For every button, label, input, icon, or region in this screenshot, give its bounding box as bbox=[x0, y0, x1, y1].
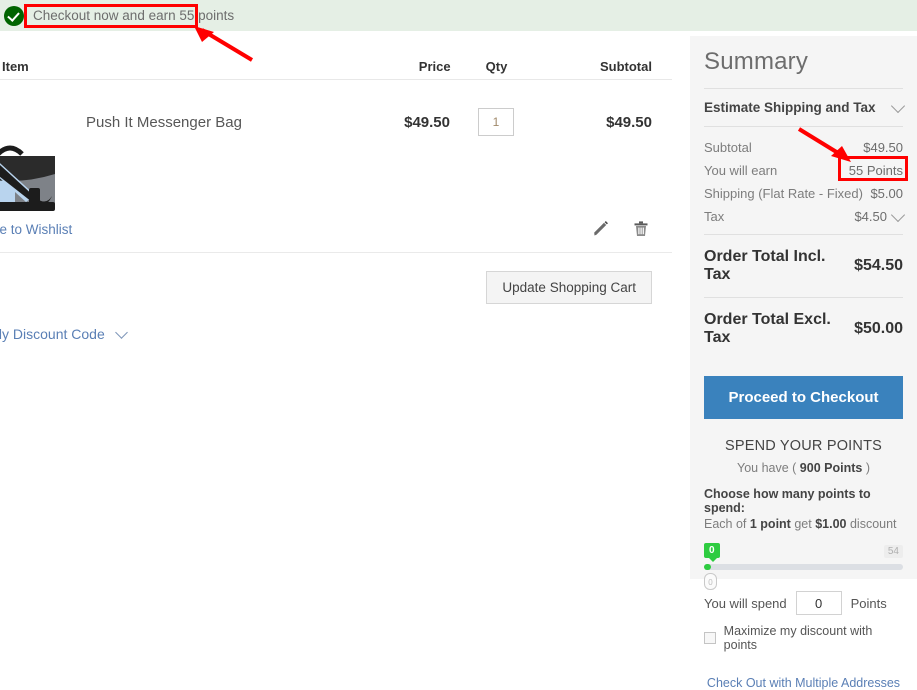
summary-row-tax[interactable]: Tax $4.50 bbox=[704, 205, 906, 228]
chevron-down-icon bbox=[114, 325, 128, 339]
order-total-excl-tax-value: $50.00 bbox=[854, 320, 903, 337]
points-balance-prefix: You have ( bbox=[737, 461, 797, 475]
apply-discount-code-link[interactable]: Apply Discount Code bbox=[0, 326, 105, 342]
order-total-incl-tax-label: Order Total Incl. Tax bbox=[704, 248, 826, 283]
summary-totals-list: Subtotal $49.50 You will earn 55 Points … bbox=[704, 127, 908, 234]
cart-footer-actions: Update Shopping Cart bbox=[0, 253, 672, 304]
maximize-discount-row[interactable]: Maximize my discount with points bbox=[704, 624, 903, 652]
points-spend-row: You will spend Points bbox=[704, 591, 903, 615]
summary-label-you-will-earn: You will earn bbox=[704, 163, 778, 178]
summary-value-shipping: $5.00 bbox=[870, 186, 903, 201]
product-thumbnail[interactable] bbox=[0, 128, 68, 238]
summary-row-you-will-earn: You will earn 55 Points bbox=[704, 156, 908, 182]
column-header-price: Price bbox=[418, 59, 451, 74]
success-banner-message: Checkout now and earn 55 points bbox=[33, 8, 235, 23]
multiple-addresses-checkout-link[interactable]: Check Out with Multiple Addresses bbox=[704, 676, 903, 690]
proceed-to-checkout-button[interactable]: Proceed to Checkout bbox=[704, 376, 903, 419]
summary-value-you-will-earn: 55 Points bbox=[848, 163, 903, 178]
rate-amount: $1.00 bbox=[815, 517, 847, 531]
cart-table-header: Item Price Qty Subtotal bbox=[0, 40, 672, 80]
update-shopping-cart-button[interactable]: Update Shopping Cart bbox=[486, 271, 652, 304]
table-row: Push It Messenger Bag $49.50 $49.50 bbox=[0, 80, 672, 238]
summary-value-subtotal: $49.50 bbox=[863, 140, 903, 155]
rate-mid: get bbox=[794, 517, 812, 531]
choose-points-label: Choose how many points to spend: bbox=[704, 487, 871, 515]
product-name[interactable]: Push It Messenger Bag bbox=[86, 114, 242, 131]
points-conversion-rate: Each of 1 point get $1.00 discount bbox=[704, 517, 903, 531]
slider-track[interactable] bbox=[704, 564, 903, 570]
shopping-cart-table: Item Price Qty Subtotal Push It Messenge… bbox=[0, 40, 672, 342]
points-slider[interactable]: 0 54 0 bbox=[704, 543, 903, 590]
spend-your-points-heading: SPEND YOUR POINTS bbox=[724, 438, 883, 454]
points-balance: You have ( 900 Points ) bbox=[704, 461, 903, 475]
chevron-down-icon bbox=[890, 98, 906, 113]
points-spend-input[interactable] bbox=[795, 591, 842, 615]
slider-max-label: 54 bbox=[883, 545, 903, 558]
points-balance-suffix: ) bbox=[865, 461, 870, 475]
chevron-down-icon[interactable] bbox=[890, 207, 906, 222]
column-header-qty: Qty bbox=[485, 59, 508, 74]
summary-title: Summary bbox=[704, 48, 809, 75]
maximize-discount-label: Maximize my discount with points bbox=[723, 624, 873, 652]
slider-handle[interactable]: 0 bbox=[704, 573, 717, 590]
order-total-excl-tax-label: Order Total Excl. Tax bbox=[704, 311, 831, 346]
product-price: $49.50 bbox=[404, 114, 450, 131]
summary-label-tax: Tax bbox=[704, 209, 725, 224]
estimate-shipping-label: Estimate Shipping and Tax bbox=[704, 100, 876, 115]
summary-label-subtotal: Subtotal bbox=[704, 140, 752, 155]
summary-row-subtotal: Subtotal $49.50 bbox=[704, 136, 903, 159]
points-balance-value: 900 Points bbox=[799, 461, 863, 475]
summary-row-order-total-incl-tax: Order Total Incl. Tax $54.50 bbox=[704, 235, 903, 297]
estimate-shipping-and-tax-toggle[interactable]: Estimate Shipping and Tax bbox=[704, 89, 906, 126]
summary-row-shipping: Shipping (Flat Rate - Fixed) $5.00 bbox=[704, 182, 903, 205]
summary-row-order-total-excl-tax: Order Total Excl. Tax $50.00 bbox=[704, 298, 903, 360]
slider-min-badge: 0 bbox=[704, 543, 720, 562]
rate-prefix: Each of bbox=[704, 517, 747, 531]
slider-fill bbox=[704, 564, 711, 570]
points-unit-label: Points bbox=[850, 595, 887, 611]
summary-value-tax: $4.50 bbox=[854, 209, 887, 224]
rate-point: 1 point bbox=[749, 517, 791, 531]
column-header-subtotal: Subtotal bbox=[599, 59, 652, 74]
product-subtotal: $49.50 bbox=[606, 114, 652, 131]
order-summary-panel: Summary Estimate Shipping and Tax Subtot… bbox=[690, 36, 917, 690]
success-check-icon bbox=[4, 5, 24, 26]
rate-suffix: discount bbox=[849, 517, 897, 531]
quantity-input[interactable] bbox=[478, 108, 514, 136]
order-total-incl-tax-value: $54.50 bbox=[854, 257, 903, 274]
column-header-item: Item bbox=[2, 59, 29, 74]
summary-label-shipping: Shipping (Flat Rate - Fixed) bbox=[704, 186, 863, 201]
you-will-spend-label: You will spend bbox=[704, 595, 787, 611]
success-banner: Checkout now and earn 55 points bbox=[0, 0, 917, 31]
maximize-discount-checkbox[interactable] bbox=[704, 632, 716, 644]
apply-discount-section[interactable]: Apply Discount Code bbox=[0, 304, 672, 342]
